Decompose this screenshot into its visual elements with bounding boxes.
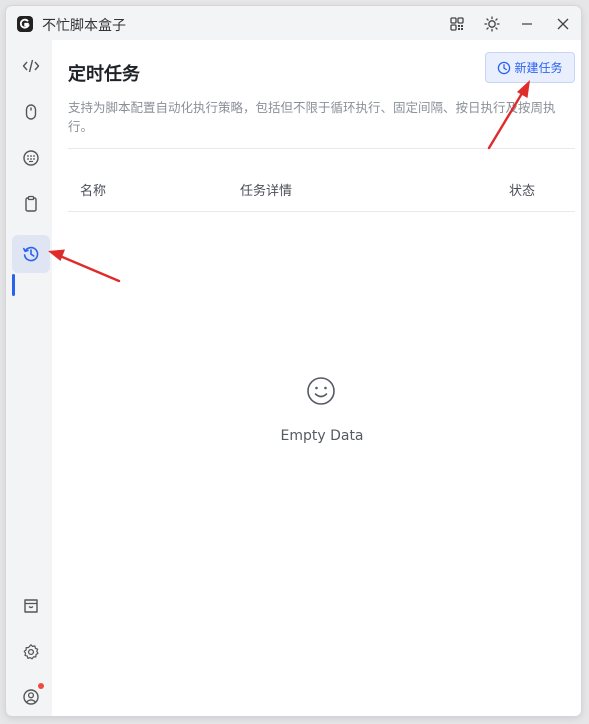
sidebar-item-store[interactable] bbox=[12, 587, 50, 625]
close-button[interactable] bbox=[553, 14, 573, 34]
column-header-details: 任务详情 bbox=[240, 184, 293, 199]
gear-icon bbox=[23, 644, 39, 660]
new-task-label: 新建任务 bbox=[514, 61, 563, 75]
store-icon bbox=[24, 599, 38, 613]
sun-icon bbox=[484, 16, 500, 32]
clipboard-icon bbox=[25, 195, 37, 212]
header-divider bbox=[68, 148, 575, 149]
keyboard-icon bbox=[23, 150, 39, 166]
app-window: 不忙脚本盒子 定时任务 新建任务 支持为脚本配置自动化执行策略，包括但不限于循环… bbox=[6, 6, 581, 716]
sidebar-item-mouse[interactable] bbox=[12, 93, 50, 131]
app-logo-icon bbox=[17, 16, 33, 32]
table-header-divider bbox=[68, 211, 575, 212]
close-icon bbox=[557, 18, 569, 30]
app-title: 不忙脚本盒子 bbox=[42, 18, 126, 34]
sidebar-item-settings[interactable] bbox=[12, 633, 50, 671]
theme-toggle-button[interactable] bbox=[482, 14, 502, 34]
page-title: 定时任务 bbox=[68, 64, 140, 85]
history-clock-icon bbox=[22, 246, 39, 262]
minimize-button[interactable] bbox=[517, 14, 537, 34]
mouse-icon bbox=[25, 104, 37, 120]
notification-dot bbox=[38, 683, 44, 689]
column-header-status: 状态 bbox=[509, 184, 536, 199]
column-header-name: 名称 bbox=[80, 184, 107, 199]
page-description: 支持为脚本配置自动化执行策略，包括但不限于循环执行、固定间隔、按日执行及按周执行… bbox=[68, 100, 556, 134]
active-indicator bbox=[12, 274, 15, 296]
grid-icon bbox=[450, 17, 464, 31]
new-task-button[interactable]: 新建任务 bbox=[485, 52, 575, 83]
layout-grid-button[interactable] bbox=[447, 14, 467, 34]
code-icon bbox=[22, 59, 40, 73]
sidebar-item-keyboard[interactable] bbox=[12, 139, 50, 177]
title-bar[interactable]: 不忙脚本盒子 bbox=[6, 6, 581, 40]
empty-data-text: Empty Data bbox=[280, 428, 364, 444]
smiley-icon bbox=[307, 377, 335, 405]
sidebar bbox=[6, 40, 52, 716]
user-icon bbox=[23, 689, 39, 705]
sidebar-item-scripts[interactable] bbox=[12, 47, 50, 85]
sidebar-item-scheduled-tasks[interactable] bbox=[12, 235, 50, 273]
sidebar-item-account[interactable] bbox=[12, 678, 50, 716]
minimize-icon bbox=[522, 23, 532, 25]
sidebar-item-clipboard[interactable] bbox=[12, 185, 50, 223]
clock-icon bbox=[498, 61, 511, 74]
main-panel: 定时任务 新建任务 支持为脚本配置自动化执行策略，包括但不限于循环执行、固定间隔… bbox=[52, 40, 581, 716]
